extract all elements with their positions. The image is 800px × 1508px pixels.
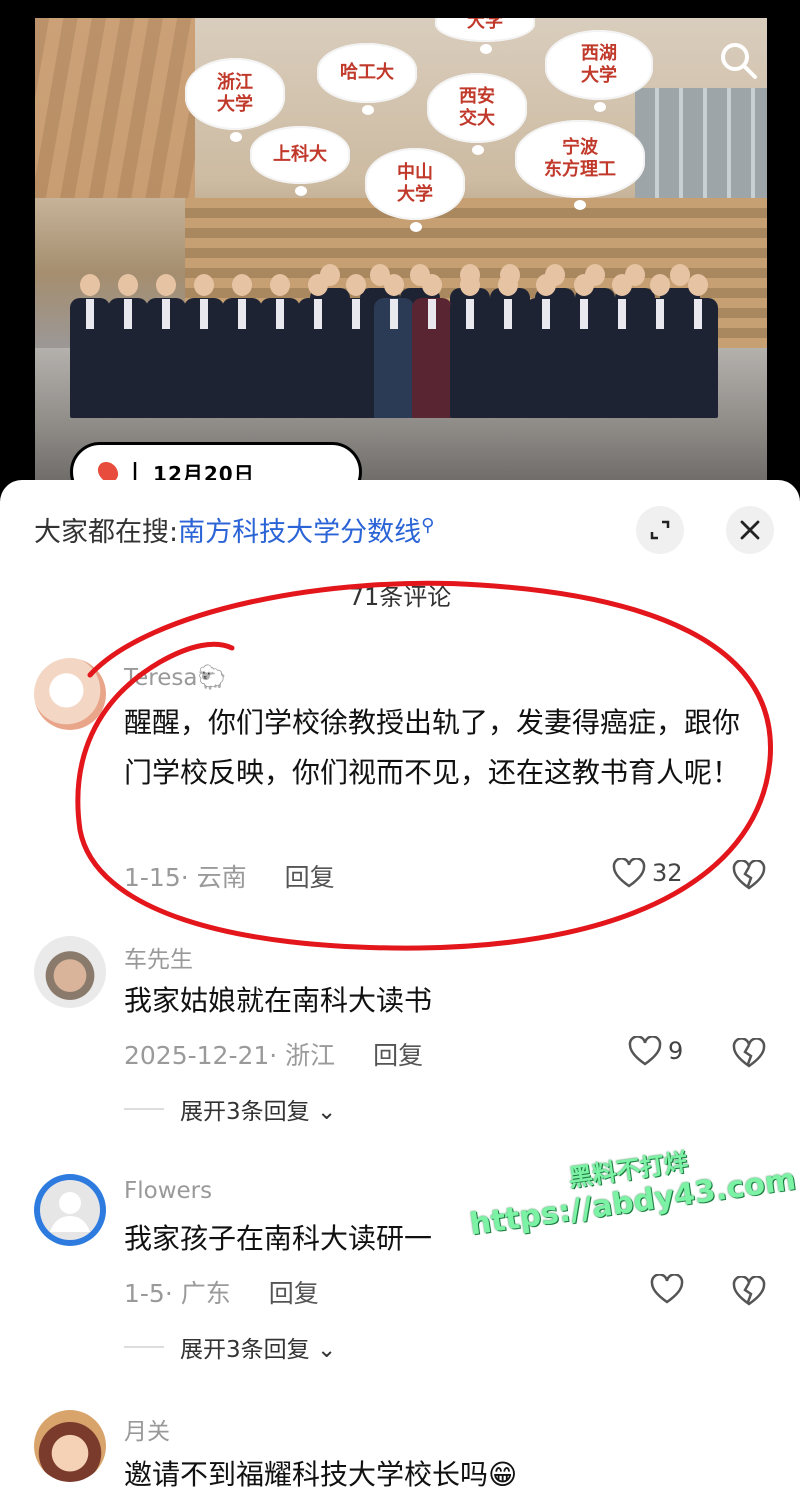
thought-bubble: 哈工大 — [317, 43, 417, 115]
person-figure — [450, 274, 490, 418]
person-figure — [146, 274, 186, 418]
reply-button[interactable]: 回复 — [285, 863, 335, 892]
expand-replies-button[interactable]: 展开3条回复 ⌄ — [124, 1330, 336, 1364]
person-figure — [526, 274, 566, 418]
trending-search[interactable]: 大家都在搜:南方科技大学分数线⚲ — [34, 510, 434, 549]
person-figure — [222, 274, 262, 418]
default-user-icon — [40, 1180, 100, 1240]
like-button[interactable]: 9 — [628, 1036, 683, 1066]
location-pin-icon — [93, 457, 123, 480]
avatar[interactable] — [34, 658, 106, 730]
comment-meta: 2025-12-21· 浙江 回复 — [124, 1036, 423, 1072]
broken-heart-icon[interactable] — [732, 1276, 766, 1306]
location-badge: | 12月20日 — [70, 442, 362, 480]
post-date: 12月20日 — [153, 461, 255, 481]
broken-heart-icon[interactable] — [732, 1038, 766, 1068]
person-figure — [298, 274, 338, 418]
thought-bubble: 大学 — [435, 18, 535, 54]
username[interactable]: 车先生 — [124, 940, 193, 974]
thought-bubble: 西安 交大 — [427, 73, 527, 155]
expand-replies-button[interactable]: 展开3条回复 ⌄ — [124, 1092, 336, 1126]
like-count: 9 — [668, 1037, 684, 1065]
avatar[interactable] — [34, 936, 106, 1008]
person-figure — [488, 274, 528, 418]
like-button[interactable] — [650, 1274, 690, 1304]
person-figure — [640, 274, 680, 418]
thought-bubble: 上科大 — [250, 126, 350, 196]
heart-icon — [628, 1036, 662, 1066]
person-figure — [602, 274, 642, 418]
reply-button[interactable]: 回复 — [373, 1041, 423, 1070]
comment-count: 71条评论 — [348, 583, 452, 611]
heart-icon — [612, 858, 646, 888]
expand-replies-label: 展开3条回复 ⌄ — [180, 1337, 337, 1363]
comment-text: 邀请不到福耀科技大学校长吗😁 — [124, 1458, 518, 1491]
username[interactable]: Flowers — [124, 1178, 212, 1204]
person-figure — [678, 274, 718, 418]
broken-heart-icon[interactable] — [732, 860, 766, 890]
comment-meta: 1-5· 广东 回复 — [124, 1274, 319, 1310]
search-icon[interactable] — [718, 40, 758, 80]
expand-replies-label: 展开3条回复 ⌄ — [180, 1099, 337, 1125]
username[interactable]: Teresa🐑 — [124, 664, 226, 691]
people-group — [70, 218, 740, 418]
person-figure — [260, 274, 300, 418]
close-icon[interactable] — [726, 506, 774, 554]
comment-meta: 1-15· 云南 回复 — [124, 858, 335, 894]
like-button[interactable]: 32 — [612, 858, 683, 888]
person-figure — [336, 274, 376, 418]
username[interactable]: 月关 — [124, 1412, 170, 1446]
person-figure — [70, 274, 110, 418]
comment-text: 我家姑娘就在南科大读书 — [124, 984, 433, 1017]
person-figure — [564, 274, 604, 418]
person-figure — [412, 274, 452, 418]
like-count: 32 — [652, 859, 683, 887]
comment-text: 醒醒，你们学校徐教授出轨了，发妻得癌症，跟你门学校反映，你们视而不见，还在这教书… — [124, 706, 741, 789]
search-icon: ⚲ — [421, 515, 435, 536]
comment-date-location: 2025-12-21· 浙江 — [124, 1041, 336, 1070]
thought-bubble: 中山 大学 — [365, 148, 465, 232]
comment-date-location: 1-5· 广东 — [124, 1279, 231, 1308]
avatar[interactable] — [34, 1410, 106, 1482]
trending-query-link[interactable]: 南方科技大学分数线 — [178, 517, 421, 548]
heart-icon — [650, 1274, 684, 1304]
thought-bubble: 宁波 东方理工 — [515, 120, 645, 210]
person-figure — [374, 274, 414, 418]
video-player[interactable]: 浙江 大学 哈工大 西安 交大 西湖 大学 上科大 中山 大学 宁波 东方理工 … — [0, 0, 800, 480]
comment-date-location: 1-15· 云南 — [124, 863, 247, 892]
expand-icon[interactable] — [636, 506, 684, 554]
person-figure — [108, 274, 148, 418]
reply-button[interactable]: 回复 — [269, 1279, 319, 1308]
comment-text: 我家孩子在南科大读研一 — [124, 1222, 433, 1255]
avatar[interactable] — [34, 1174, 106, 1246]
comment-sheet: 大家都在搜:南方科技大学分数线⚲ 71条评论 Teresa🐑 醒醒，你们学校徐教… — [0, 480, 800, 1508]
group-photo: 浙江 大学 哈工大 西安 交大 西湖 大学 上科大 中山 大学 宁波 东方理工 … — [35, 18, 767, 480]
person-figure — [184, 274, 224, 418]
thought-bubble: 西湖 大学 — [545, 30, 653, 112]
thought-bubble: 浙江 大学 — [185, 58, 285, 142]
trending-label: 大家都在搜: — [34, 517, 179, 548]
